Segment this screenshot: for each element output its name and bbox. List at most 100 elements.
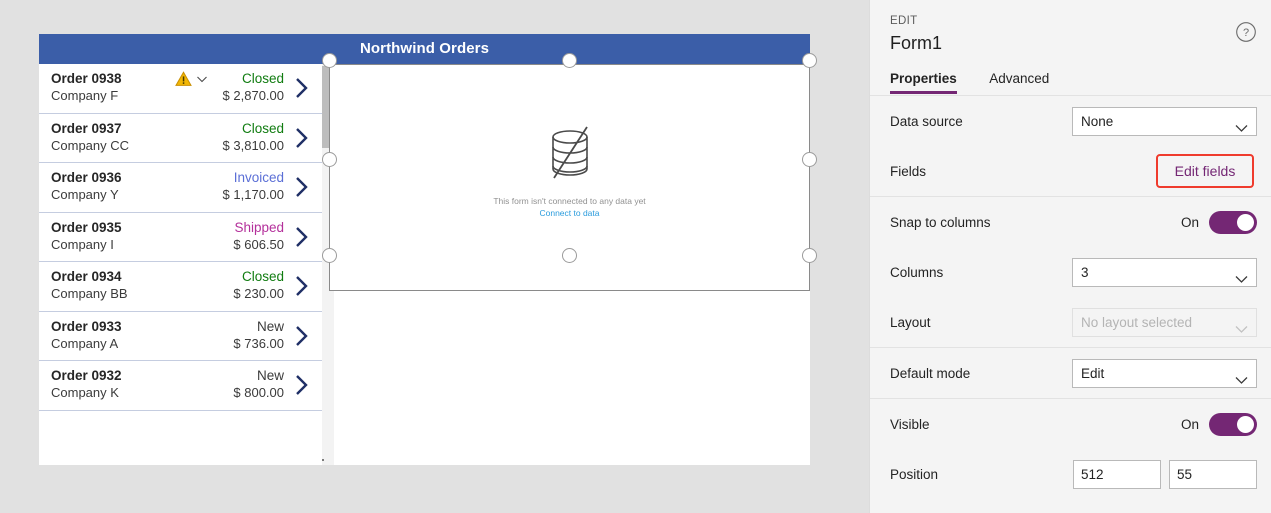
order-number: Order 0935 bbox=[51, 219, 122, 235]
visible-toggle[interactable] bbox=[1209, 412, 1257, 436]
default-mode-select[interactable]: Edit bbox=[1072, 358, 1257, 388]
form-empty-message: This form isn't connected to any data ye… bbox=[493, 196, 646, 206]
position-label: Position bbox=[890, 466, 939, 482]
row-next-chevron-icon[interactable] bbox=[292, 273, 316, 299]
edit-fields-button[interactable]: Edit fields bbox=[1156, 154, 1254, 188]
screen-title-bar[interactable]: Northwind Orders bbox=[39, 34, 810, 64]
toggle-knob bbox=[1237, 415, 1254, 433]
gallery-row-secondary: Closed $ 230.00 bbox=[164, 268, 284, 302]
gallery-row[interactable]: Order 0932 Company K New $ 800.00 bbox=[39, 361, 322, 411]
resize-handle-top-center[interactable] bbox=[562, 53, 577, 68]
properties-panel: EDIT Form1 ? Properties Advanced Data so… bbox=[869, 0, 1271, 513]
gallery-row-primary: Order 0935 Company I bbox=[51, 219, 181, 253]
gallery-row[interactable]: Order 0937 Company CC Closed $ 3,810.00 bbox=[39, 113, 322, 163]
app-root: Northwind Orders Order 0938 Company F Clos… bbox=[0, 0, 1271, 513]
order-number: Order 0933 bbox=[51, 318, 122, 334]
chevron-down-icon bbox=[1234, 267, 1249, 294]
gallery-row-secondary: Closed $ 3,810.00 bbox=[164, 120, 284, 154]
order-number: Order 0937 bbox=[51, 120, 122, 136]
connect-to-data-link[interactable]: Connect to data bbox=[329, 207, 810, 219]
row-next-chevron-icon[interactable] bbox=[292, 323, 316, 349]
order-number: Order 0936 bbox=[51, 170, 122, 185]
order-status: Closed bbox=[241, 120, 284, 136]
columns-label: Columns bbox=[890, 264, 944, 280]
order-amount: $ 1,170.00 bbox=[222, 187, 284, 202]
row-columns: Columns 3 bbox=[870, 247, 1271, 297]
row-snap-to-columns: Snap to columns On bbox=[870, 197, 1271, 247]
gallery-row[interactable]: Order 0936 Company Y Invoiced $ 1,170.00 bbox=[39, 163, 322, 213]
order-amount: $ 606.50 bbox=[233, 236, 284, 252]
row-visible: Visible On bbox=[870, 399, 1271, 449]
visible-state: On bbox=[1180, 416, 1199, 432]
panel-title: Form1 bbox=[890, 33, 943, 53]
default-mode-label: Default mode bbox=[890, 365, 971, 381]
resize-handle-top-right[interactable] bbox=[802, 53, 817, 68]
panel-tabs[interactable]: Properties Advanced bbox=[870, 65, 1271, 96]
warning-triangle-icon[interactable] bbox=[175, 71, 192, 87]
order-status: New bbox=[256, 368, 284, 383]
layout-select: No layout selected bbox=[1072, 307, 1257, 337]
chevron-down-icon bbox=[1234, 368, 1249, 395]
order-number: Order 0934 bbox=[51, 269, 122, 284]
toggle-knob bbox=[1237, 213, 1254, 231]
position-x-input[interactable]: 512 bbox=[1073, 459, 1161, 489]
visible-label: Visible bbox=[890, 416, 930, 432]
company-name: Company CC bbox=[51, 137, 130, 153]
layout-label: Layout bbox=[890, 314, 931, 330]
resize-handle-top-left[interactable] bbox=[322, 53, 337, 68]
order-amount: $ 800.00 bbox=[233, 385, 284, 400]
canvas-area[interactable]: Northwind Orders Order 0938 Company F Clos… bbox=[0, 0, 869, 513]
gallery-row-secondary: Shipped $ 606.50 bbox=[164, 219, 284, 253]
help-circle-icon[interactable]: ? bbox=[1235, 21, 1257, 43]
resize-handle-bottom-right[interactable] bbox=[802, 248, 817, 263]
position-y-input[interactable]: 55 bbox=[1169, 459, 1257, 489]
gallery-row[interactable]: Order 0933 Company A New $ 736.00 bbox=[39, 311, 322, 361]
row-next-chevron-icon[interactable] bbox=[292, 174, 316, 200]
form-empty-state: This form isn't connected to any data ye… bbox=[329, 122, 810, 219]
row-warning-group[interactable] bbox=[175, 71, 209, 87]
tab-properties[interactable]: Properties bbox=[890, 65, 957, 94]
row-next-chevron-icon[interactable] bbox=[292, 125, 316, 151]
chevron-down-icon[interactable] bbox=[195, 72, 209, 86]
gallery-row-primary: Order 0938 Company F bbox=[51, 70, 181, 104]
columns-select[interactable]: 3 bbox=[1072, 257, 1257, 287]
row-next-chevron-icon[interactable] bbox=[292, 224, 316, 250]
gallery-row-primary: Order 0933 Company A bbox=[51, 318, 181, 352]
company-name: Company I bbox=[51, 236, 114, 252]
data-source-select[interactable]: None bbox=[1072, 106, 1257, 136]
chevron-down-icon bbox=[1234, 116, 1249, 143]
row-next-chevron-icon[interactable] bbox=[292, 372, 316, 398]
company-name: Company BB bbox=[51, 286, 128, 301]
data-source-label: Data source bbox=[890, 113, 963, 129]
gallery-row[interactable]: Order 0935 Company I Shipped $ 606.50 bbox=[39, 212, 322, 262]
canvas-artifact-dot bbox=[322, 459, 324, 461]
chevron-down-icon bbox=[1234, 317, 1249, 344]
snap-to-columns-toggle[interactable] bbox=[1209, 210, 1257, 234]
company-name: Company F bbox=[51, 88, 119, 103]
gallery-row-primary: Order 0937 Company CC bbox=[51, 120, 181, 154]
svg-text:?: ? bbox=[1243, 27, 1249, 39]
company-name: Company Y bbox=[51, 187, 119, 202]
panel-header: EDIT Form1 ? bbox=[870, 0, 1271, 56]
gallery-row-secondary: New $ 800.00 bbox=[164, 367, 284, 401]
resize-handle-bottom-left[interactable] bbox=[322, 248, 337, 263]
columns-value: 3 bbox=[1081, 264, 1089, 280]
order-amount: $ 736.00 bbox=[233, 335, 284, 351]
resize-handle-middle-right[interactable] bbox=[802, 152, 817, 167]
panel-eyebrow-label: EDIT bbox=[890, 15, 918, 27]
gallery-row-primary: Order 0932 Company K bbox=[51, 367, 181, 401]
orders-gallery[interactable]: Order 0938 Company F Closed $ 2,870.00 Order… bbox=[39, 64, 322, 465]
order-amount: $ 3,810.00 bbox=[222, 137, 284, 153]
row-next-chevron-icon[interactable] bbox=[292, 75, 316, 101]
company-name: Company A bbox=[51, 335, 119, 351]
order-amount: $ 230.00 bbox=[233, 286, 284, 301]
row-layout: Layout No layout selected bbox=[870, 297, 1271, 348]
gallery-row[interactable]: Order 0934 Company BB Closed $ 230.00 bbox=[39, 262, 322, 312]
resize-handle-bottom-center[interactable] bbox=[562, 248, 577, 263]
resize-handle-middle-left[interactable] bbox=[322, 152, 337, 167]
app-screen[interactable]: Northwind Orders Order 0938 Company F Clos… bbox=[39, 34, 810, 465]
gallery-row[interactable]: Order 0938 Company F Closed $ 2,870.00 bbox=[39, 64, 322, 114]
layout-value: No layout selected bbox=[1081, 314, 1193, 330]
data-source-value: None bbox=[1081, 113, 1114, 129]
tab-advanced[interactable]: Advanced bbox=[989, 65, 1049, 93]
